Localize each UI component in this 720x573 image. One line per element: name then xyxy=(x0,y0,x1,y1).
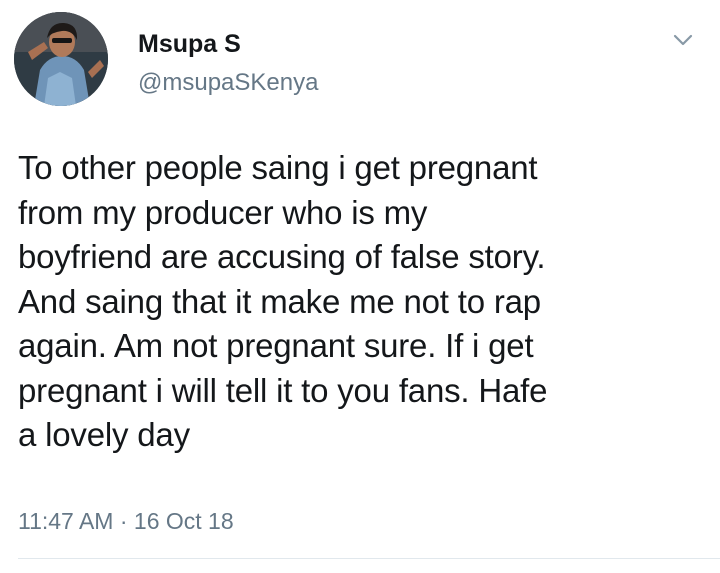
tweet-text: To other people saing i get pregnant fro… xyxy=(18,146,708,458)
tweet-text-line: boyfriend are accusing of false story. xyxy=(18,238,546,275)
tweet-text-line: from my producer who is my xyxy=(18,193,428,231)
tweet-text-line: pregnant i will tell it to you fans. Haf… xyxy=(18,371,548,409)
chevron-down-icon[interactable] xyxy=(672,29,694,51)
tweet-text-line: again. Am not pregnant sure. If i get xyxy=(18,327,534,364)
author-display-name[interactable]: Msupa S xyxy=(138,30,241,59)
tweet-text-line: To other people saing i get pregnant xyxy=(18,149,538,186)
author-handle[interactable]: @msupaSKenya xyxy=(138,69,318,97)
divider xyxy=(18,558,720,559)
tweet-text-line: And saing that it make me not to rap xyxy=(18,282,541,320)
tweet-card: Msupa S @msupaSKenya To other people sai… xyxy=(0,0,720,573)
tweet-timestamp[interactable]: 11:47 AM · 16 Oct 18 xyxy=(18,508,234,535)
avatar-image xyxy=(14,12,108,106)
user-avatar[interactable] xyxy=(14,12,108,106)
tweet-text-line: a lovely day xyxy=(18,416,190,453)
